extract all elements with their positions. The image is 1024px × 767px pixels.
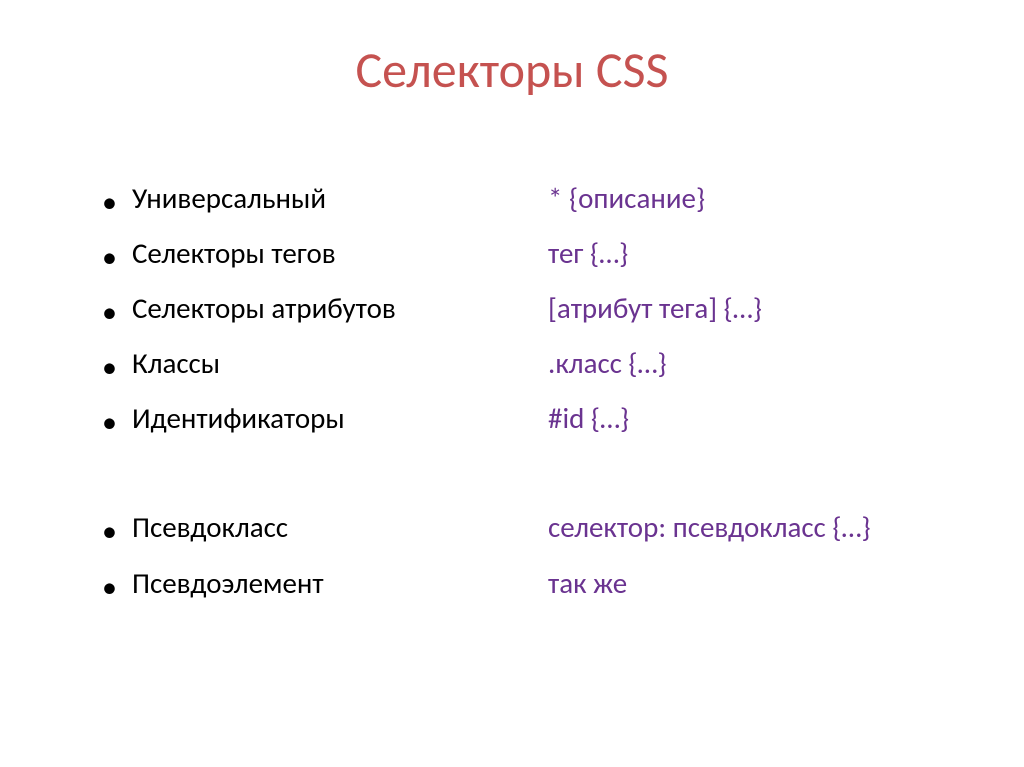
list-item: • Универсальный — [102, 171, 518, 226]
list-item: • Селекторы тегов — [102, 226, 518, 281]
bullet-icon: • — [102, 298, 117, 328]
content-area: • Универсальный • Селекторы тегов • Селе… — [60, 171, 964, 611]
syntax-example: [атрибут тега] {…} — [548, 281, 964, 336]
list-item: • Селекторы атрибутов — [102, 281, 518, 336]
syntax-example: селектор: псевдокласс {…} — [548, 500, 964, 555]
list-item-text: Псевдоэлемент — [132, 556, 324, 611]
list-item-text: Универсальный — [132, 171, 326, 226]
list-item-text: Селекторы тегов — [132, 226, 336, 281]
selector-types-list: • Универсальный • Селекторы тегов • Селе… — [60, 171, 518, 611]
list-item-text: Псевдокласс — [132, 500, 288, 555]
list-item-text: Идентификаторы — [132, 391, 345, 446]
bullet-icon: • — [102, 188, 117, 218]
group-spacer — [102, 446, 518, 500]
group-spacer — [548, 446, 964, 500]
bullet-icon: • — [102, 353, 117, 383]
list-item: • Псевдоэлемент — [102, 556, 518, 611]
list-item-text: Классы — [132, 336, 220, 391]
bullet-icon: • — [102, 243, 117, 273]
bullet-icon: • — [102, 517, 117, 547]
list-item: • Идентификаторы — [102, 391, 518, 446]
bullet-icon: • — [102, 408, 117, 438]
bullet-icon: • — [102, 573, 117, 603]
list-item-text: Селекторы атрибутов — [132, 281, 396, 336]
syntax-example: тег {…} — [548, 226, 964, 281]
syntax-example: .класс {…} — [548, 336, 964, 391]
selector-syntax-list: * {описание} тег {…} [атрибут тега] {…} … — [538, 171, 964, 611]
syntax-example: так же — [548, 556, 964, 611]
syntax-example: #id {…} — [548, 391, 964, 446]
list-item: • Классы — [102, 336, 518, 391]
list-item: • Псевдокласс — [102, 500, 518, 555]
slide-title: Селекторы CSS — [60, 40, 964, 101]
syntax-example: * {описание} — [548, 171, 964, 226]
